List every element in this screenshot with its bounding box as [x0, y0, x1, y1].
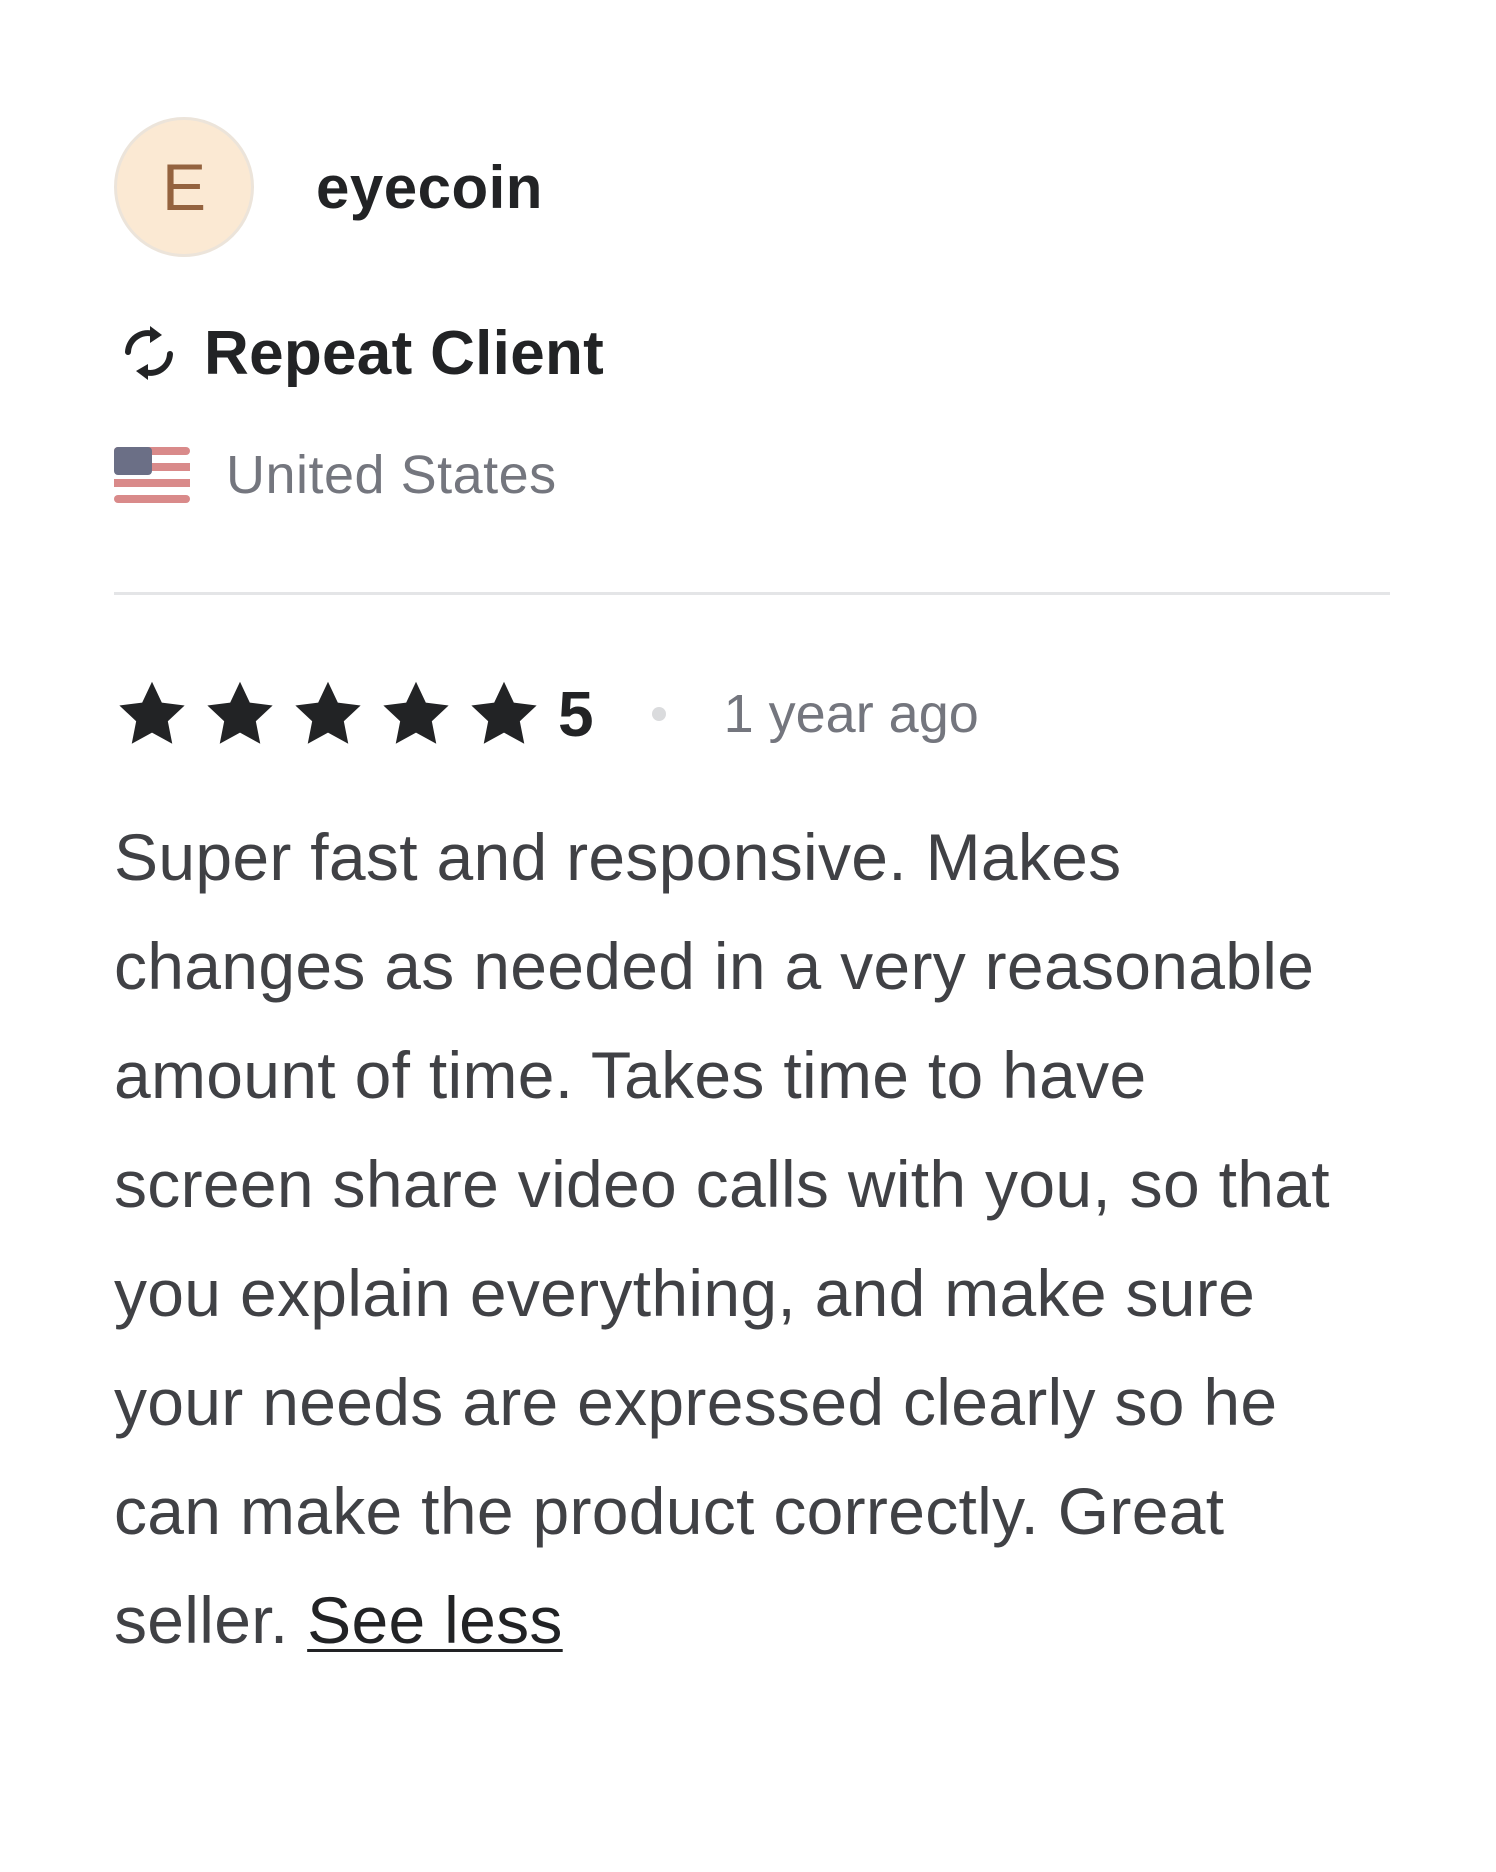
star-icon: [202, 676, 278, 752]
star-icon: [378, 676, 454, 752]
us-flag-icon: [114, 447, 190, 503]
review-card: E eyecoin Repeat Client United States 5 …: [114, 114, 1390, 1675]
separator-dot: [651, 707, 666, 721]
avatar[interactable]: E: [114, 117, 254, 257]
reviewer-header: E eyecoin: [114, 114, 1390, 260]
repeat-client-badge: Repeat Client: [114, 318, 1390, 388]
avatar-initial: E: [161, 150, 207, 224]
star-rating: [114, 676, 554, 752]
star-icon: [114, 676, 190, 752]
country-name: United States: [226, 445, 557, 505]
reviewer-username[interactable]: eyecoin: [316, 153, 543, 222]
reviewer-country: United States: [114, 444, 1390, 506]
divider: [114, 592, 1390, 595]
rating-row: 5 1 year ago: [114, 677, 1390, 751]
rating-value: 5: [558, 678, 594, 750]
review-text: Super fast and responsive. Makes changes…: [114, 820, 1330, 1657]
star-icon: [466, 676, 542, 752]
repeat-client-label: Repeat Client: [204, 318, 605, 388]
review-time: 1 year ago: [723, 684, 979, 744]
review-body: Super fast and responsive. Makes changes…: [114, 803, 1354, 1675]
star-icon: [290, 676, 366, 752]
see-less-link[interactable]: See less: [307, 1583, 563, 1657]
repeat-icon: [114, 318, 184, 388]
